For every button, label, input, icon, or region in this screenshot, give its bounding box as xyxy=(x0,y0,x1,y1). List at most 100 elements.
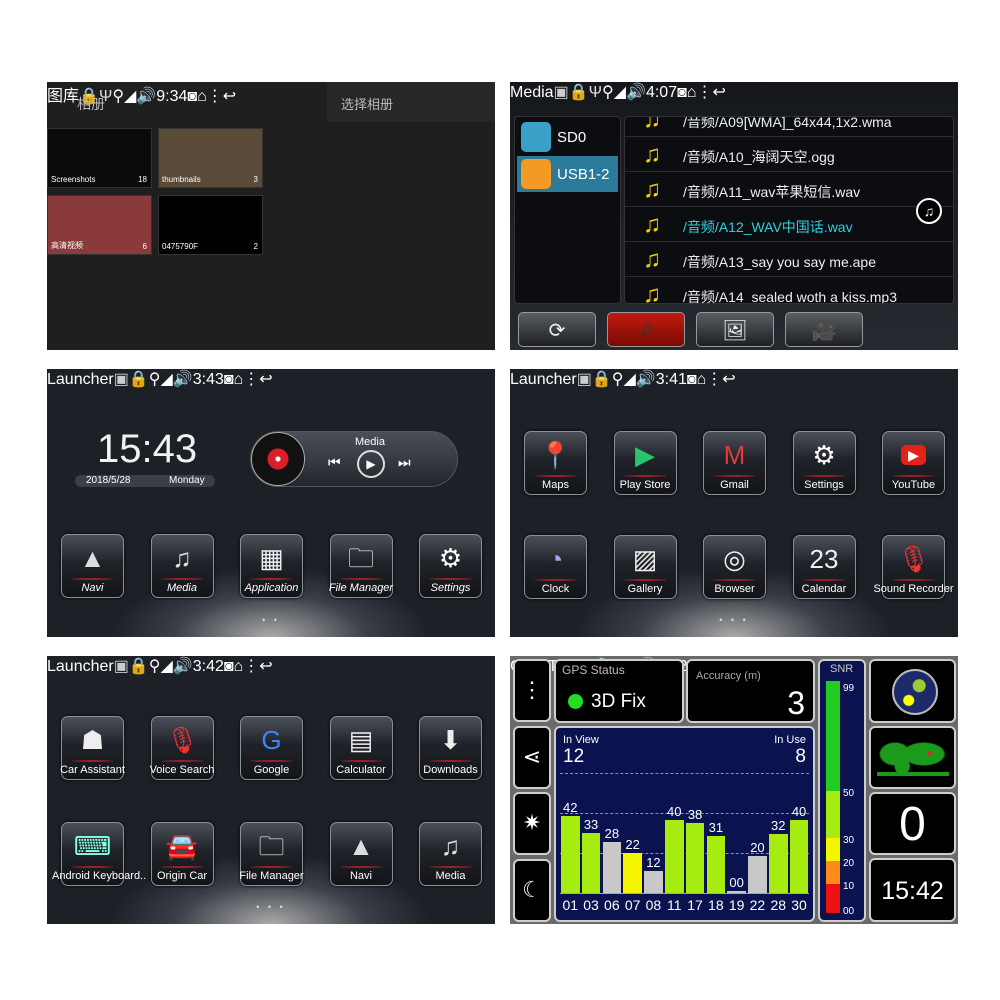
app-settings[interactable]: ⚙ Settings xyxy=(792,431,856,495)
back-button[interactable]: ↩ xyxy=(259,658,272,675)
home-button[interactable]: ⌂ xyxy=(197,88,207,105)
keyboard-icon: ⌨ xyxy=(73,831,112,861)
app-calendar[interactable]: 23 Calendar xyxy=(792,535,856,599)
vinyl-record-icon xyxy=(251,432,305,486)
menu-button[interactable]: ⋮ xyxy=(243,658,259,675)
app-media[interactable]: ♫ Media xyxy=(419,822,482,886)
app-settings[interactable]: ⚙ Settings xyxy=(419,534,482,598)
back-button[interactable]: ↩ xyxy=(223,88,236,105)
signal-icon: ◢ xyxy=(124,88,137,105)
share-button[interactable]: ⋖ xyxy=(513,725,551,789)
app-label: Settings xyxy=(430,582,471,594)
app-label: Calendar xyxy=(801,583,847,595)
snr-legend: SNR 99 50 30 20 10 00 xyxy=(818,659,866,922)
app-gmail[interactable]: M Gmail xyxy=(703,431,766,495)
back-button[interactable]: ↩ xyxy=(259,371,272,388)
menu-button[interactable]: ⋮ xyxy=(207,88,223,105)
app-media[interactable]: ♫ Media xyxy=(150,534,214,598)
accent-line xyxy=(430,760,471,762)
sky-view-button[interactable] xyxy=(869,659,956,723)
fix-indicator-icon xyxy=(568,694,583,709)
previous-track-icon[interactable]: ⏮ xyxy=(328,454,341,471)
snr-bar xyxy=(665,819,684,893)
home-button[interactable]: ⌂ xyxy=(697,371,707,388)
now-playing-icon[interactable]: ♫ xyxy=(916,198,942,224)
app-label: Clock xyxy=(541,583,570,595)
app-play-store[interactable]: ▶ Play Store xyxy=(613,431,677,495)
media-widget[interactable]: Media ⏮ ▶ ⏭ xyxy=(250,431,458,487)
microphone-icon: 🎙 xyxy=(165,725,199,755)
menu-button[interactable]: ⋮ xyxy=(706,371,722,388)
night-mode-button[interactable]: ☾ xyxy=(513,858,551,922)
album-1[interactable]: Screenshots 18 xyxy=(47,128,152,188)
app-maps[interactable]: 📍 Maps xyxy=(524,431,587,495)
app-application[interactable]: ▦ Application xyxy=(240,534,303,598)
snr-value-label: 00 xyxy=(729,875,744,890)
album-2[interactable]: thumbnails 3 xyxy=(158,128,263,188)
file-row[interactable]: ♫ /音频/A12_WAV中国话.wav xyxy=(625,208,953,242)
home-button[interactable]: ⌂ xyxy=(687,84,697,101)
accent-line xyxy=(893,579,934,581)
app-voice-search[interactable]: 🎙 Voice Search xyxy=(150,716,214,780)
accent-line xyxy=(251,866,292,868)
music-note-icon: ♫ xyxy=(643,116,661,133)
play-button[interactable]: ▶ xyxy=(357,450,385,478)
album-4[interactable]: 0475790F 2 xyxy=(158,195,263,255)
snr-value-label: 31 xyxy=(708,820,724,836)
more-vert-icon: ⋮ xyxy=(521,677,543,702)
file-row[interactable]: ♫ /音频/A09[WMA]_64x44,1x2.wma xyxy=(625,116,953,137)
brightness-button[interactable]: ✷ xyxy=(513,792,551,855)
file-row[interactable]: ♫ /音频/A10_海阔天空.ogg xyxy=(625,138,953,172)
app-calculator[interactable]: ▤ Calculator xyxy=(329,716,393,780)
media-screen: SD0 USB1-2 ♫ /音频/A09[WMA]_64x44,1x2.wma ♫ /音… xyxy=(510,82,958,350)
storage-usb1-2[interactable]: USB1-2 xyxy=(517,156,618,192)
snr-value-label: 32 xyxy=(771,818,786,834)
app-gallery[interactable]: ▨ Gallery xyxy=(613,535,677,599)
app-browser[interactable]: ◎ Browser xyxy=(703,535,766,599)
video-camera-button[interactable]: 🎥 xyxy=(785,312,863,347)
storage-sd0[interactable]: SD0 xyxy=(517,119,618,155)
app-navi[interactable]: ▲ Navi xyxy=(329,822,393,886)
app-origin-car[interactable]: 🚘 Origin Car xyxy=(150,822,214,886)
app-file-manager[interactable]: 🗀 File Manager xyxy=(329,534,393,598)
picture-button[interactable]: 🖼 xyxy=(696,312,774,347)
back-button[interactable]: ↩ xyxy=(712,84,725,101)
app-car-assistant[interactable]: ☗ Car Assistant xyxy=(60,716,125,780)
app-google[interactable]: G Google xyxy=(240,716,303,780)
home-button[interactable]: ⌂ xyxy=(234,658,244,675)
android-icon: ☗ xyxy=(80,725,105,755)
refresh-button[interactable]: ⟳ xyxy=(518,312,596,347)
music-button[interactable]: ♫ xyxy=(607,312,685,347)
app-youtube[interactable]: ▶ YouTube xyxy=(882,431,945,495)
app-clock[interactable]: ◔ Clock xyxy=(524,535,587,599)
app-file-manager[interactable]: 🗀 File Manager xyxy=(239,822,304,886)
app-navi[interactable]: ▲ Navi xyxy=(61,534,124,598)
app-sound-recorder[interactable]: 🎙 Sound Recorder xyxy=(873,535,954,599)
home-button[interactable]: ⌂ xyxy=(234,371,244,388)
next-track-icon[interactable]: ⏭ xyxy=(398,454,411,471)
back-button[interactable]: ↩ xyxy=(722,371,735,388)
usb-drive-icon xyxy=(521,159,551,189)
fix-status: 3D Fix xyxy=(591,691,646,712)
app-downloads[interactable]: ⬇ Downloads xyxy=(419,716,482,780)
menu-button[interactable]: ⋮ xyxy=(243,371,259,388)
file-row[interactable]: ♫ /音频/A11_wav苹果短信.wav xyxy=(625,173,953,207)
app-title: 图库 xyxy=(47,88,80,105)
music-note-icon: ♫ xyxy=(643,176,661,203)
radar-sky-icon xyxy=(892,669,938,715)
menu-button[interactable]: ⋮ xyxy=(696,84,712,101)
storage-list: SD0 USB1-2 xyxy=(514,116,621,304)
app-label: Google xyxy=(253,764,290,776)
album-3[interactable]: 高清视频 6 xyxy=(47,195,152,255)
world-map-icon xyxy=(877,742,949,776)
snr-scale-segment xyxy=(826,791,840,838)
file-row[interactable]: ♫ /音频/A13_say you say me.ape xyxy=(625,243,953,277)
snr-tick-label: 10 xyxy=(843,881,855,892)
world-map-button[interactable] xyxy=(869,726,956,789)
snr-value-label: 22 xyxy=(625,836,640,852)
google-icon: G xyxy=(261,725,282,755)
more-vert-button[interactable]: ⋮ xyxy=(513,659,551,722)
app-android-keyboard[interactable]: ⌨ Android Keyboard.. xyxy=(52,822,146,886)
weekday: Monday xyxy=(169,475,205,486)
file-row[interactable]: ♫ /音频/A14_sealed woth a kiss.mp3 xyxy=(625,278,953,303)
